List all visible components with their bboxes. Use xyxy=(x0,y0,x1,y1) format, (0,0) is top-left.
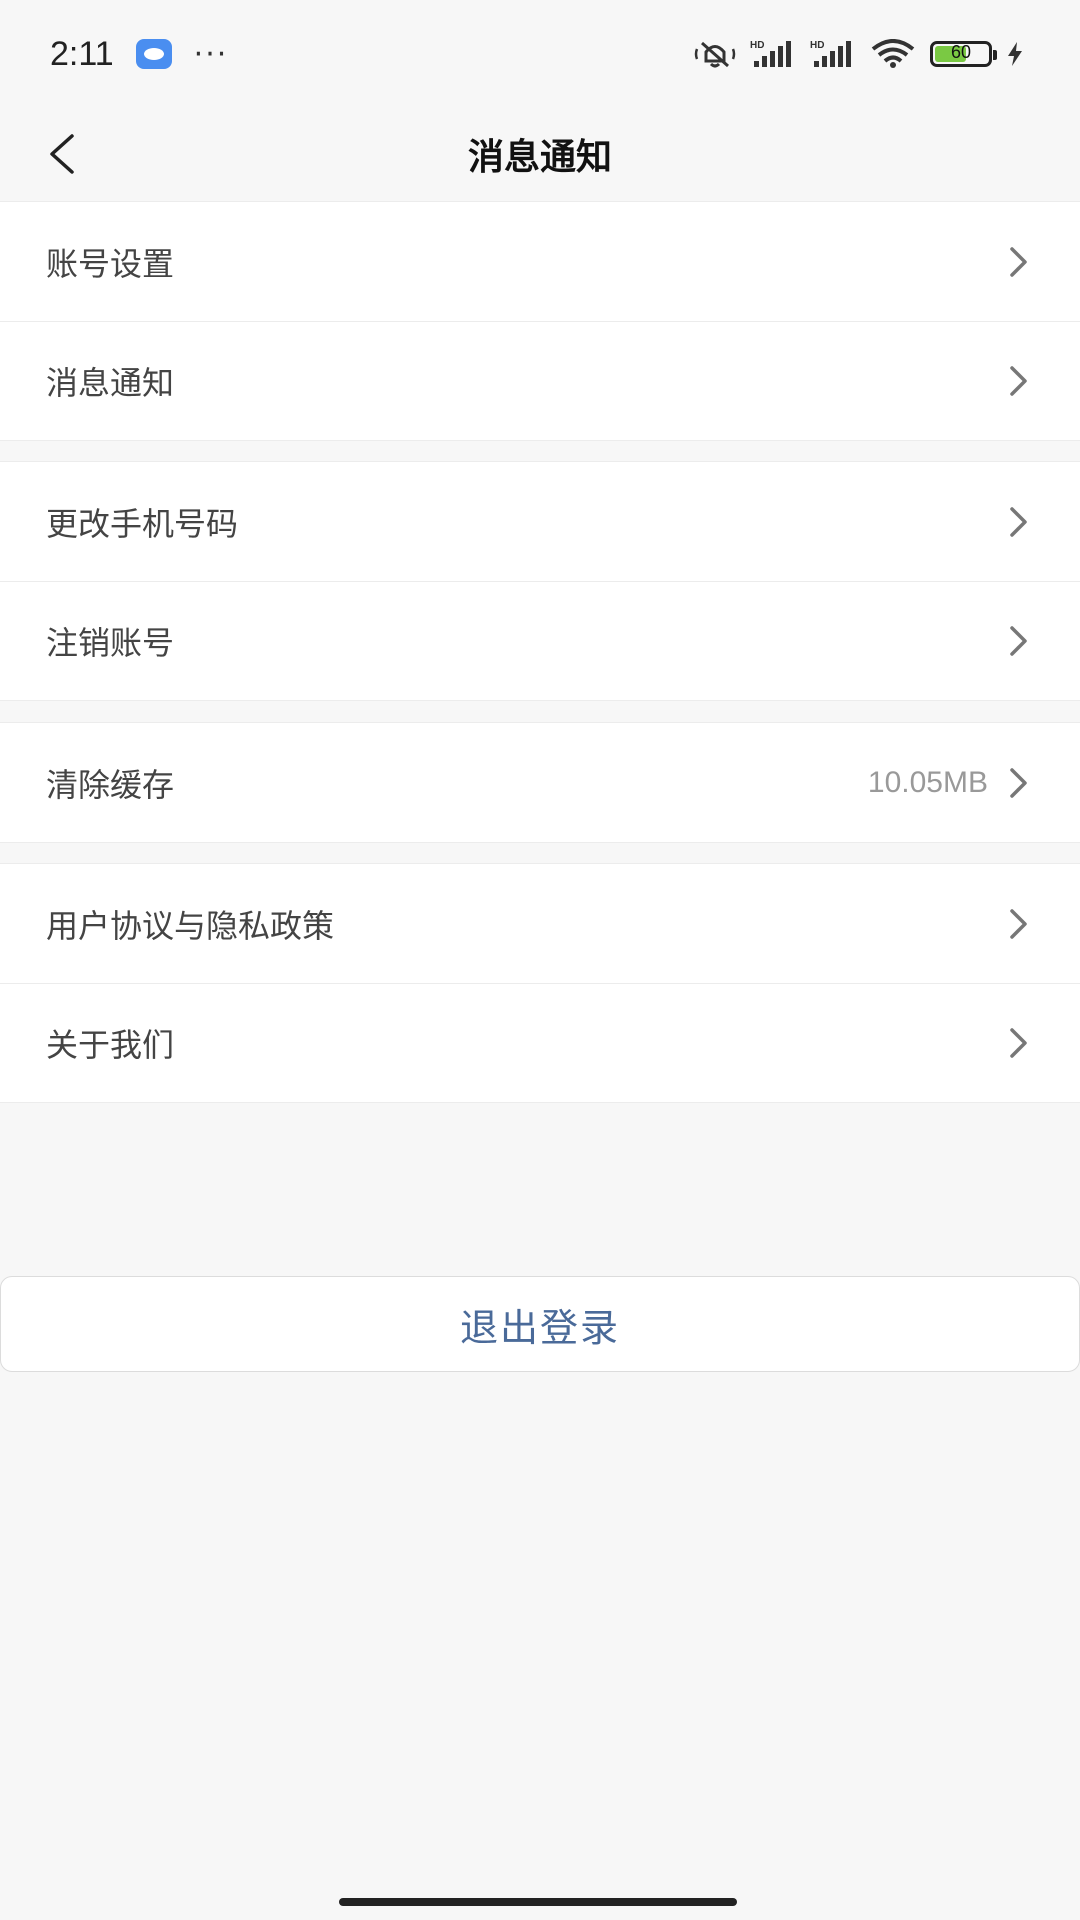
list-item-deactivate-account[interactable]: 注销账号 xyxy=(0,581,1080,700)
status-time: 2:11 xyxy=(50,34,114,73)
list-item-label: 用户协议与隐私政策 xyxy=(46,906,335,945)
nav-bar: 消息通知 xyxy=(0,108,1080,200)
wifi-icon xyxy=(870,39,916,69)
signal-hd-icon: HD xyxy=(750,39,796,69)
signal-hd-icon: HD xyxy=(810,39,856,69)
app-notification-icon xyxy=(135,39,172,69)
page-title: 消息通知 xyxy=(467,137,612,178)
back-button[interactable] xyxy=(36,128,86,180)
list-item-account-settings[interactable]: 账号设置 xyxy=(0,202,1080,321)
settings-group-phone: 更改手机号码 注销账号 xyxy=(0,461,1080,701)
list-item-clear-cache[interactable]: 清除缓存 10.05MB xyxy=(0,723,1080,842)
chevron-right-icon xyxy=(1008,505,1030,539)
chevron-right-icon xyxy=(1008,766,1030,800)
chevron-right-icon xyxy=(1008,245,1030,279)
list-item-about-us[interactable]: 关于我们 xyxy=(0,983,1080,1102)
settings-group-cache: 清除缓存 10.05MB xyxy=(0,722,1080,843)
charging-icon xyxy=(1006,41,1024,67)
list-item-label: 注销账号 xyxy=(46,624,175,662)
list-item-label: 关于我们 xyxy=(46,1026,175,1064)
list-item-user-agreement[interactable]: 用户协议与隐私政策 xyxy=(0,864,1080,983)
chevron-right-icon xyxy=(1008,624,1030,658)
home-indicator[interactable] xyxy=(339,1898,737,1906)
settings-group-account: 账号设置 消息通知 xyxy=(0,201,1080,441)
chevron-right-icon xyxy=(1008,364,1030,398)
list-item-label: 清除缓存 xyxy=(46,765,175,804)
chevron-right-icon xyxy=(1008,907,1030,941)
status-bar: 2:11 ··· HD HD 60 xyxy=(0,0,1080,108)
logout-label: 退出登录 xyxy=(459,1305,620,1350)
chevron-right-icon xyxy=(1008,1026,1030,1060)
svg-text:HD: HD xyxy=(810,40,824,51)
list-item-label: 更改手机号码 xyxy=(46,504,239,543)
back-arrow-icon xyxy=(50,134,74,174)
settings-group-about: 用户协议与隐私政策 关于我们 xyxy=(0,863,1080,1103)
list-item-label: 账号设置 xyxy=(46,244,175,283)
silent-icon xyxy=(694,39,736,69)
logout-button[interactable]: 退出登录 xyxy=(0,1276,1080,1372)
list-item-message-notifications[interactable]: 消息通知 xyxy=(0,321,1080,440)
cache-size-value: 10.05MB xyxy=(867,765,988,799)
svg-text:HD: HD xyxy=(750,40,764,51)
battery-level: 60 xyxy=(950,42,972,62)
battery-icon: 60 xyxy=(930,41,997,67)
list-item-change-phone[interactable]: 更改手机号码 xyxy=(0,462,1080,581)
status-bar-left: 2:11 ··· xyxy=(50,35,228,74)
list-item-label: 消息通知 xyxy=(46,364,175,402)
more-notifications-icon: ··· xyxy=(193,36,229,72)
status-bar-right: HD HD 60 xyxy=(694,39,1024,69)
